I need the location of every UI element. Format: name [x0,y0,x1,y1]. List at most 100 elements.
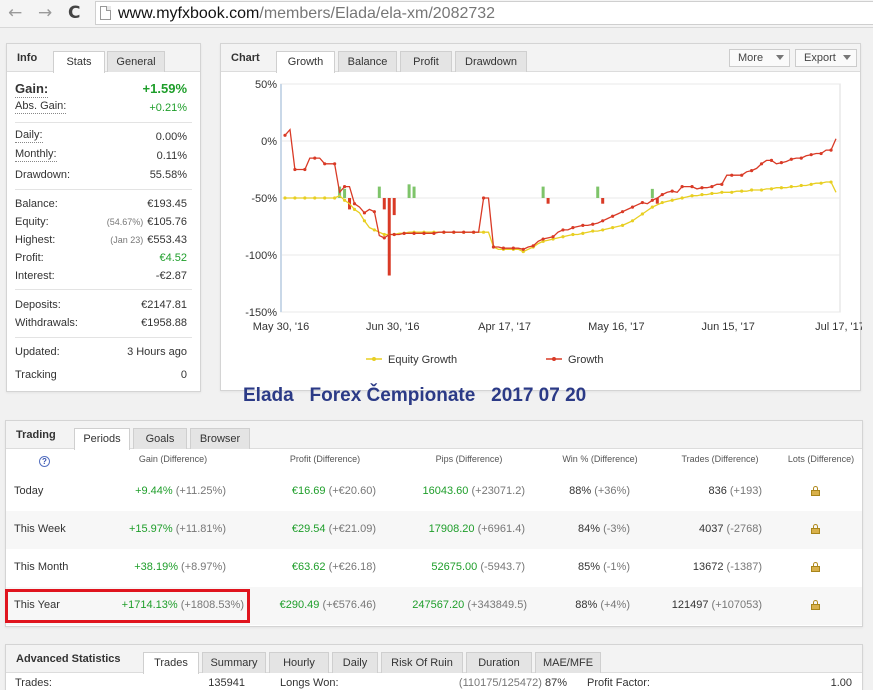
profit-cell: €63.62 [291,561,326,573]
series-point [779,161,783,165]
series-point [601,219,605,223]
bar-mark [596,186,600,198]
series-point [481,196,486,200]
monthly-label[interactable]: Monthly: [15,148,57,162]
monthly-row: Monthly: 0.11% [15,148,192,164]
series-point [710,185,714,189]
series-point [333,196,337,200]
pips-cell: 52675.00 [431,561,478,573]
trades-diff: (+193) [729,485,762,497]
info-panel-header: Info Stats General [7,44,200,73]
daily-label[interactable]: Daily: [15,129,43,143]
tab-stats[interactable]: Stats [53,51,105,73]
gain-cell: +15.97% [128,523,173,535]
series-point [730,190,734,194]
url-text[interactable]: www.myfxbook.com/members/Elada/ela-xm/20… [118,4,495,23]
series-point [740,173,744,177]
interest-label: Interest: [15,270,55,282]
bar-mark [412,186,416,198]
tab-trades[interactable]: Trades [143,652,199,674]
chart-panel: Chart Growth Balance Profit Drawdown Mor… [220,43,862,391]
abs-gain-label[interactable]: Abs. Gain: [15,100,67,114]
legend-marker [552,357,556,361]
col-trades[interactable]: Trades (Difference) [662,454,778,464]
series-point [313,156,317,160]
period-label: This Month [14,561,69,573]
tab-goals[interactable]: Goals [133,428,187,449]
withdrawals-label: Withdrawals: [15,317,78,329]
tracking-row: Tracking 0 [15,367,192,383]
legend-label: Growth [568,354,603,366]
win-diff: (-1%) [603,561,630,573]
tab-periods[interactable]: Periods [74,428,130,450]
series-point [591,222,595,226]
tab-risk-of-ruin[interactable]: Risk Of Ruin [381,652,463,673]
profit-cell: €16.69 [291,485,326,497]
series-point [402,231,406,235]
championship-banner: Elada Forex Čempionate 2017 07 20 [243,385,587,406]
series-point [303,196,307,200]
period-label: This Week [14,523,66,535]
info-panel: Info Stats General Gain: +1.59% Abs. Gai… [6,43,201,392]
col-lots[interactable]: Lots (Difference) [776,454,866,464]
series-point [412,231,416,235]
win-cell: 88% [575,599,598,611]
tab-general[interactable]: General [107,51,165,72]
series-point [710,191,714,196]
series-point [730,173,734,177]
back-arrow-icon[interactable]: ← [8,3,22,23]
period-label: Today [14,485,44,497]
bar-mark [377,186,381,198]
series-point [750,169,754,173]
pips-cell: 247567.20 [412,599,465,611]
trades-cell: 121497 [671,599,709,611]
series-point [442,230,446,234]
gain-cell: +9.44% [135,485,173,497]
tab-hourly[interactable]: Hourly [269,652,329,673]
series-point [601,228,605,232]
equity-row: Equity: (54.67%) €105.76 [15,214,192,230]
info-title: Info [17,52,38,64]
tab-summary[interactable]: Summary [202,652,266,673]
updated-row: Updated: 3 Hours ago [15,344,192,360]
reload-icon[interactable]: C [68,3,80,23]
withdrawals-value: €1958.88 [141,317,187,329]
series-point [342,198,347,202]
col-gain[interactable]: Gain (Difference) [108,454,238,464]
col-pips[interactable]: Pips (Difference) [404,454,534,464]
series-point [769,158,774,162]
trading-panel-header: Trading Periods Goals Browser [6,421,862,450]
trades-cell: 4037 [698,523,724,535]
series-point [620,210,625,214]
pips-cell: 17908.20 [428,523,475,535]
adv-longs-value: 87% [544,677,567,689]
deposits-label: Deposits: [15,299,61,311]
tab-duration[interactable]: Duration [466,652,532,673]
gain-row: Gain: +1.59% [15,81,192,99]
series-point [551,235,555,239]
tab-browser[interactable]: Browser [190,428,250,449]
tracking-value: 0 [180,369,187,381]
col-win[interactable]: Win % (Difference) [545,454,655,464]
address-bar[interactable]: www.myfxbook.com/members/Elada/ela-xm/20… [95,1,873,25]
interest-row: Interest: -€2.87 [15,268,192,284]
tab-mae-mfe[interactable]: MAE/MFE [535,652,601,673]
series-point [372,210,376,214]
gain-value: +1.59% [142,81,187,96]
help-icon[interactable]: ? [39,456,50,467]
col-profit[interactable]: Profit (Difference) [270,454,380,464]
adv-profit-factor-label: Profit Factor: [587,677,650,689]
adv-longs-note: (110175/125472) [458,677,542,689]
series-point [799,183,803,188]
series-point [333,162,337,166]
bar-mark [392,198,396,216]
forward-arrow-icon[interactable]: → [38,3,52,23]
gain-label[interactable]: Gain: [15,81,49,98]
adv-trades-label: Trades: [15,677,52,689]
tab-daily[interactable]: Daily [332,652,378,673]
updated-label: Updated: [15,346,60,358]
bar-mark [546,198,550,204]
equity-value: €105.76 [147,216,187,228]
series-point [819,181,823,185]
series-point [799,156,803,160]
